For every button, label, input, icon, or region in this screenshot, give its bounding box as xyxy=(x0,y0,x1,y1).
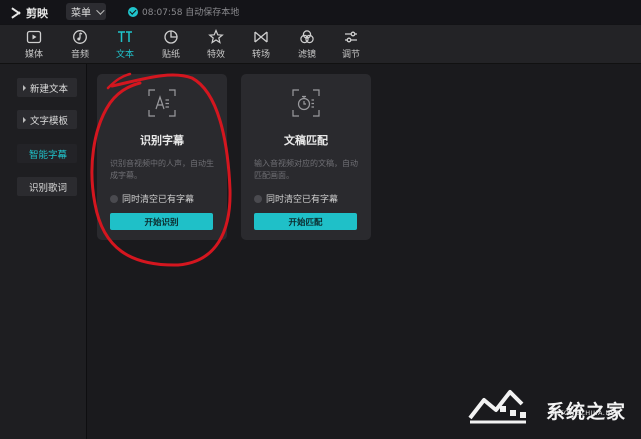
text-sidebar: 新建文本 文字模板 智能字幕 识别歌词 xyxy=(0,64,87,439)
sticker-icon xyxy=(164,30,178,44)
recognize-subtitle-card: 识别字幕 识别音视频中的人声，自动生成字幕。 同时清空已有字幕 开始识别 xyxy=(97,74,227,240)
start-recognize-button[interactable]: 开始识别 xyxy=(110,213,213,230)
sidebar-item-label: 新建文本 xyxy=(30,83,69,95)
sidebar-item-new-text[interactable]: 新建文本 xyxy=(17,78,77,97)
watermark-logo-icon xyxy=(468,390,526,424)
sidebar-item-text-template[interactable]: 文字模板 xyxy=(17,110,77,129)
radio-button[interactable] xyxy=(254,194,262,203)
card-title: 文稿匹配 xyxy=(284,134,328,147)
check-circle-icon xyxy=(128,6,138,17)
save-status: 08:07:58 自动保存本地 xyxy=(128,5,239,18)
tab-media[interactable]: 媒体 xyxy=(14,27,54,61)
script-match-icon xyxy=(292,89,320,117)
chevron-down-icon xyxy=(96,5,105,15)
tab-effects-label: 特效 xyxy=(206,50,225,60)
tab-transition-label: 转场 xyxy=(251,50,270,60)
sidebar-item-smart-subtitle[interactable]: 智能字幕 xyxy=(17,144,77,163)
tab-adjust[interactable]: 调节 xyxy=(331,27,371,61)
filter-icon xyxy=(300,30,314,44)
subtitle-recognize-icon xyxy=(148,89,176,117)
save-status-text: 08:07:58 自动保存本地 xyxy=(142,8,240,18)
tab-audio[interactable]: 音频 xyxy=(60,27,100,61)
tab-text-label: 文本 xyxy=(115,50,134,60)
menu-label: 菜单 xyxy=(71,8,91,19)
watermark-subtext: XITONGZHIJIA.NET xyxy=(552,409,620,417)
tab-adjust-label: 调节 xyxy=(341,50,360,60)
media-icon xyxy=(26,30,42,44)
menu-dropdown[interactable]: 菜单 xyxy=(66,3,106,20)
option-label: 同时清空已有字幕 xyxy=(266,195,339,205)
sidebar-item-label: 智能字幕 xyxy=(29,149,68,161)
jianying-logo-icon xyxy=(10,7,22,19)
card-description: 识别音视频中的人声，自动生成字幕。 xyxy=(110,159,214,180)
tab-text[interactable]: 文本 xyxy=(105,27,145,61)
card-description: 输入音视频对应的文稿，自动匹配画面。 xyxy=(254,159,358,180)
script-match-card: 文稿匹配 输入音视频对应的文稿，自动匹配画面。 同时清空已有字幕 开始匹配 xyxy=(241,74,371,240)
tab-transition[interactable]: 转场 xyxy=(241,27,281,61)
card-title: 识别字幕 xyxy=(140,134,184,147)
tab-sticker-label: 贴纸 xyxy=(161,50,180,60)
title-bar: 剪映 菜单 08:07:58 自动保存本地 xyxy=(0,0,641,24)
caret-right-icon xyxy=(23,84,26,91)
tab-audio-label: 音频 xyxy=(70,50,89,60)
tab-effects[interactable]: 特效 xyxy=(196,27,236,61)
content-area: 新建文本 文字模板 智能字幕 识别歌词 识别字幕 识别音视频中的人声，自动生成字… xyxy=(0,64,641,439)
app-name: 剪映 xyxy=(26,7,48,20)
tab-sticker[interactable]: 贴纸 xyxy=(151,27,191,61)
sidebar-item-label: 文字模板 xyxy=(30,115,69,127)
sidebar-item-label: 识别歌词 xyxy=(29,182,68,194)
watermark: 系统之家 XITONGZHIJIA.NET xyxy=(466,384,626,424)
text-icon xyxy=(118,31,132,42)
tab-filter-label: 滤镜 xyxy=(297,50,316,60)
radio-button[interactable] xyxy=(110,194,118,203)
audio-icon xyxy=(73,30,87,44)
sidebar-item-recognize-lyrics[interactable]: 识别歌词 xyxy=(17,177,77,196)
start-match-button[interactable]: 开始匹配 xyxy=(254,213,357,230)
tab-filter[interactable]: 滤镜 xyxy=(287,27,327,61)
adjust-icon xyxy=(345,31,357,43)
transition-icon xyxy=(254,31,268,43)
asset-toolbar: 媒体 音频 文本 贴纸 特效 转场 滤镜 调节 xyxy=(0,25,641,64)
clear-subtitles-option[interactable]: 同时清空已有字幕 xyxy=(110,192,194,205)
option-label: 同时清空已有字幕 xyxy=(122,195,195,205)
main-window: 媒体 音频 文本 贴纸 特效 转场 滤镜 调节 新建文本 文字模板 智能字幕 识… xyxy=(0,25,641,439)
tab-media-label: 媒体 xyxy=(24,50,43,60)
app-logo: 剪映 xyxy=(10,5,48,21)
clear-subtitles-option[interactable]: 同时清空已有字幕 xyxy=(254,192,338,205)
caret-right-icon xyxy=(23,116,26,123)
effects-icon xyxy=(208,29,224,44)
